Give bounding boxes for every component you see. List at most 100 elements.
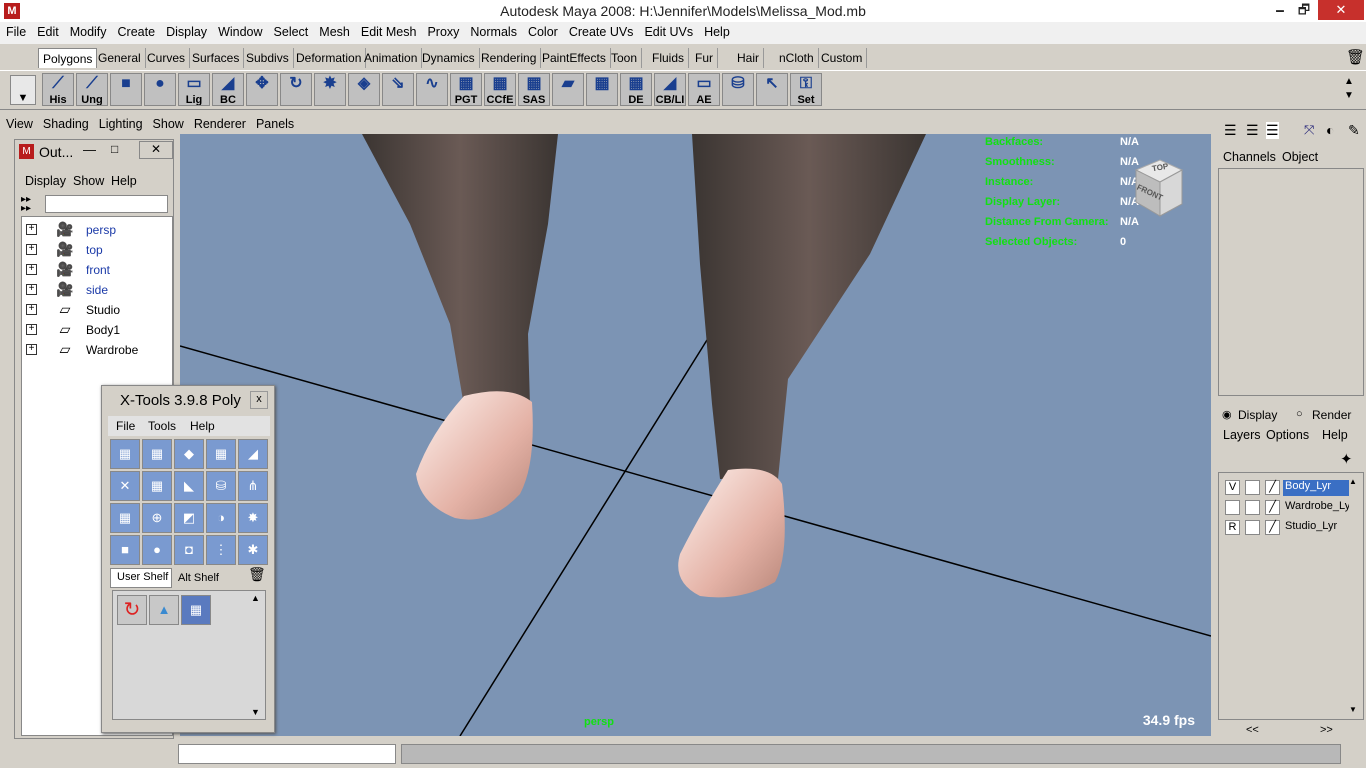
xtools-shelf-scroll-up-icon[interactable]: ▲ xyxy=(251,593,260,603)
menu-create[interactable]: Create xyxy=(112,22,161,39)
vp-menu-shading[interactable]: Shading xyxy=(37,114,93,131)
shelf-trash-icon[interactable]: 🗑 xyxy=(1346,48,1365,66)
outliner-close-button[interactable]: ✕ xyxy=(139,141,173,159)
layer-type-toggle[interactable] xyxy=(1245,520,1260,535)
display-radio[interactable]: ◉ xyxy=(1222,408,1232,421)
shelf-tool-key-button[interactable]: ⚿ Set xyxy=(790,73,822,106)
shelf-tab-curves[interactable]: Curves xyxy=(143,48,191,68)
shelf-tab-surfaces[interactable]: Surfaces xyxy=(188,48,245,68)
shelf-tool-ccfe-button[interactable]: ▦ CCfE xyxy=(484,73,516,106)
xtools-trash-icon[interactable]: 🗑 xyxy=(248,566,266,583)
channel-box-toggle-icon[interactable]: ☰ xyxy=(1224,122,1237,139)
shelf-tab-general[interactable]: General xyxy=(94,48,146,68)
menu-proxy[interactable]: Proxy xyxy=(421,22,464,39)
layer-type-toggle[interactable] xyxy=(1245,500,1260,515)
channels-menu[interactable]: Channels xyxy=(1223,150,1276,164)
vp-menu-view[interactable]: View xyxy=(0,114,37,131)
menu-edit-mesh[interactable]: Edit Mesh xyxy=(355,22,422,39)
layer-scroll-up-icon[interactable]: ▲ xyxy=(1349,477,1357,486)
shelf-tool-grid-button[interactable]: ▦ xyxy=(586,73,618,106)
shading-icon[interactable]: ◐ xyxy=(1326,122,1334,138)
expand-icon[interactable]: + xyxy=(26,284,37,295)
xtools-tool-18-icon[interactable]: ◘ xyxy=(174,535,204,565)
menu-select[interactable]: Select xyxy=(268,22,314,39)
shelf-tab-rendering[interactable]: Rendering xyxy=(477,48,542,68)
shelf-tool-ae-button[interactable]: ▭ AE xyxy=(688,73,720,106)
xtools-shelf-cone-icon[interactable]: ▲ xyxy=(149,595,179,625)
xtools-menu-help[interactable]: Help xyxy=(190,419,215,433)
layer-visibility-toggle[interactable]: V xyxy=(1225,480,1240,495)
menu-edit-uvs[interactable]: Edit UVs xyxy=(638,22,698,39)
channel-layer-toggle-icon[interactable]: ☰ xyxy=(1266,122,1279,139)
xtools-tool-5-icon[interactable]: ◢ xyxy=(238,439,268,469)
shelf-tool-uv-button[interactable]: ▰ xyxy=(552,73,584,106)
shelf-tool-rotate-button[interactable]: ↻ xyxy=(280,73,312,106)
shelf-tool-select-button[interactable]: ↖ xyxy=(756,73,788,106)
xtools-tab-alt-shelf[interactable]: Alt Shelf xyxy=(174,568,220,588)
vp-menu-lighting[interactable]: Lighting xyxy=(93,114,147,131)
layer-help-menu[interactable]: Help xyxy=(1322,428,1348,442)
shelf-tool-normals-button[interactable]: ⇘ xyxy=(382,73,414,106)
outliner-item-front[interactable]: + 🎥 front xyxy=(22,260,172,280)
xtools-tool-9-icon[interactable]: ⛁ xyxy=(206,471,236,501)
shelf-tab-fur[interactable]: Fur xyxy=(691,48,718,68)
vp-menu-show[interactable]: Show xyxy=(147,114,188,131)
xtools-tool-15-icon[interactable]: ✸ xyxy=(238,503,268,533)
shelf-tab-dynamics[interactable]: Dynamics xyxy=(418,48,480,68)
close-button[interactable]: ✕ xyxy=(1318,0,1364,20)
layer-visibility-toggle[interactable]: R xyxy=(1225,520,1240,535)
xtools-tool-19-icon[interactable]: ⋮ xyxy=(206,535,236,565)
shelf-tool-history-button[interactable]: ⟋ His xyxy=(42,73,74,106)
perspective-viewport[interactable]: Backfaces: N/A Smoothness: N/A Instance:… xyxy=(180,134,1211,736)
menu-edit[interactable]: Edit xyxy=(31,22,64,39)
shelf-tool-curve-button[interactable]: ∿ xyxy=(416,73,448,106)
layer-options-menu[interactable]: Options xyxy=(1266,428,1309,442)
tool-settings-icon[interactable]: ✎ xyxy=(1348,122,1360,139)
outliner-menu-show[interactable]: Show xyxy=(73,174,104,188)
vp-menu-panels[interactable]: Panels xyxy=(250,114,298,131)
outliner-menu-display[interactable]: Display xyxy=(25,174,66,188)
menu-color[interactable]: Color xyxy=(522,22,563,39)
xtools-tool-13-icon[interactable]: ◩ xyxy=(174,503,204,533)
menu-normals[interactable]: Normals xyxy=(464,22,522,39)
outliner-item-wardrobe[interactable]: + ▱ Wardrobe xyxy=(22,340,172,360)
shelf-tool-transform-button[interactable]: ✥ xyxy=(246,73,278,106)
xtools-tool-20-icon[interactable]: ✱ xyxy=(238,535,268,565)
shelf-tool-ungroup-button[interactable]: ⟋ Ung xyxy=(76,73,108,106)
outliner-filter-icon[interactable]: ▸▸ ▸▸ xyxy=(21,195,31,214)
layers-menu[interactable]: Layers xyxy=(1223,428,1261,442)
view-cube[interactable]: TOP FRONT xyxy=(1130,156,1184,218)
command-line-input[interactable] xyxy=(178,744,396,764)
menu-mesh[interactable]: Mesh xyxy=(313,22,355,39)
expand-icon[interactable]: + xyxy=(26,324,37,335)
render-radio[interactable]: ○ xyxy=(1296,408,1303,420)
shelf-tool-cbli-button[interactable]: ◢ CB/LI xyxy=(654,73,686,106)
menu-file[interactable]: File xyxy=(0,22,31,39)
vp-menu-renderer[interactable]: Renderer xyxy=(188,114,250,131)
layer-color-swatch-icon[interactable]: ╱ xyxy=(1265,480,1280,495)
shelf-tab-toon[interactable]: Toon xyxy=(607,48,643,68)
xtools-tool-12-icon[interactable]: ⊕ xyxy=(142,503,172,533)
xtools-tool-11-icon[interactable]: ▦ xyxy=(110,503,140,533)
shelf-tab-animation[interactable]: Animation xyxy=(360,48,423,68)
xtools-tool-17-icon[interactable]: ● xyxy=(142,535,172,565)
layer-prev-button[interactable]: << xyxy=(1246,724,1259,736)
shelf-tab-custom[interactable]: Custom xyxy=(817,48,868,68)
layer-next-button[interactable]: >> xyxy=(1320,724,1333,736)
xtools-shelf-grid-icon[interactable]: ▦ xyxy=(181,595,211,625)
outliner-search-input[interactable] xyxy=(45,195,168,213)
xtools-menu-file[interactable]: File xyxy=(116,419,135,433)
menu-window[interactable]: Window xyxy=(212,22,267,39)
shelf-tool-plane-button[interactable]: ◈ xyxy=(348,73,380,106)
expand-icon[interactable]: + xyxy=(26,344,37,355)
minimize-button[interactable]: 🗕 xyxy=(1268,0,1292,20)
layer-visibility-toggle[interactable] xyxy=(1225,500,1240,515)
xtools-tool-3-icon[interactable]: ◆ xyxy=(174,439,204,469)
shelf-tab-ncloth[interactable]: nCloth xyxy=(775,48,819,68)
menu-create-uvs[interactable]: Create UVs xyxy=(563,22,639,39)
xtools-tool-8-icon[interactable]: ◣ xyxy=(174,471,204,501)
xtools-tool-7-icon[interactable]: ▦ xyxy=(142,471,172,501)
xtools-tool-4-icon[interactable]: ▦ xyxy=(206,439,236,469)
shelf-tab-fluids[interactable]: Fluids xyxy=(648,48,690,68)
shelf-tool-star-button[interactable]: ✸ xyxy=(314,73,346,106)
